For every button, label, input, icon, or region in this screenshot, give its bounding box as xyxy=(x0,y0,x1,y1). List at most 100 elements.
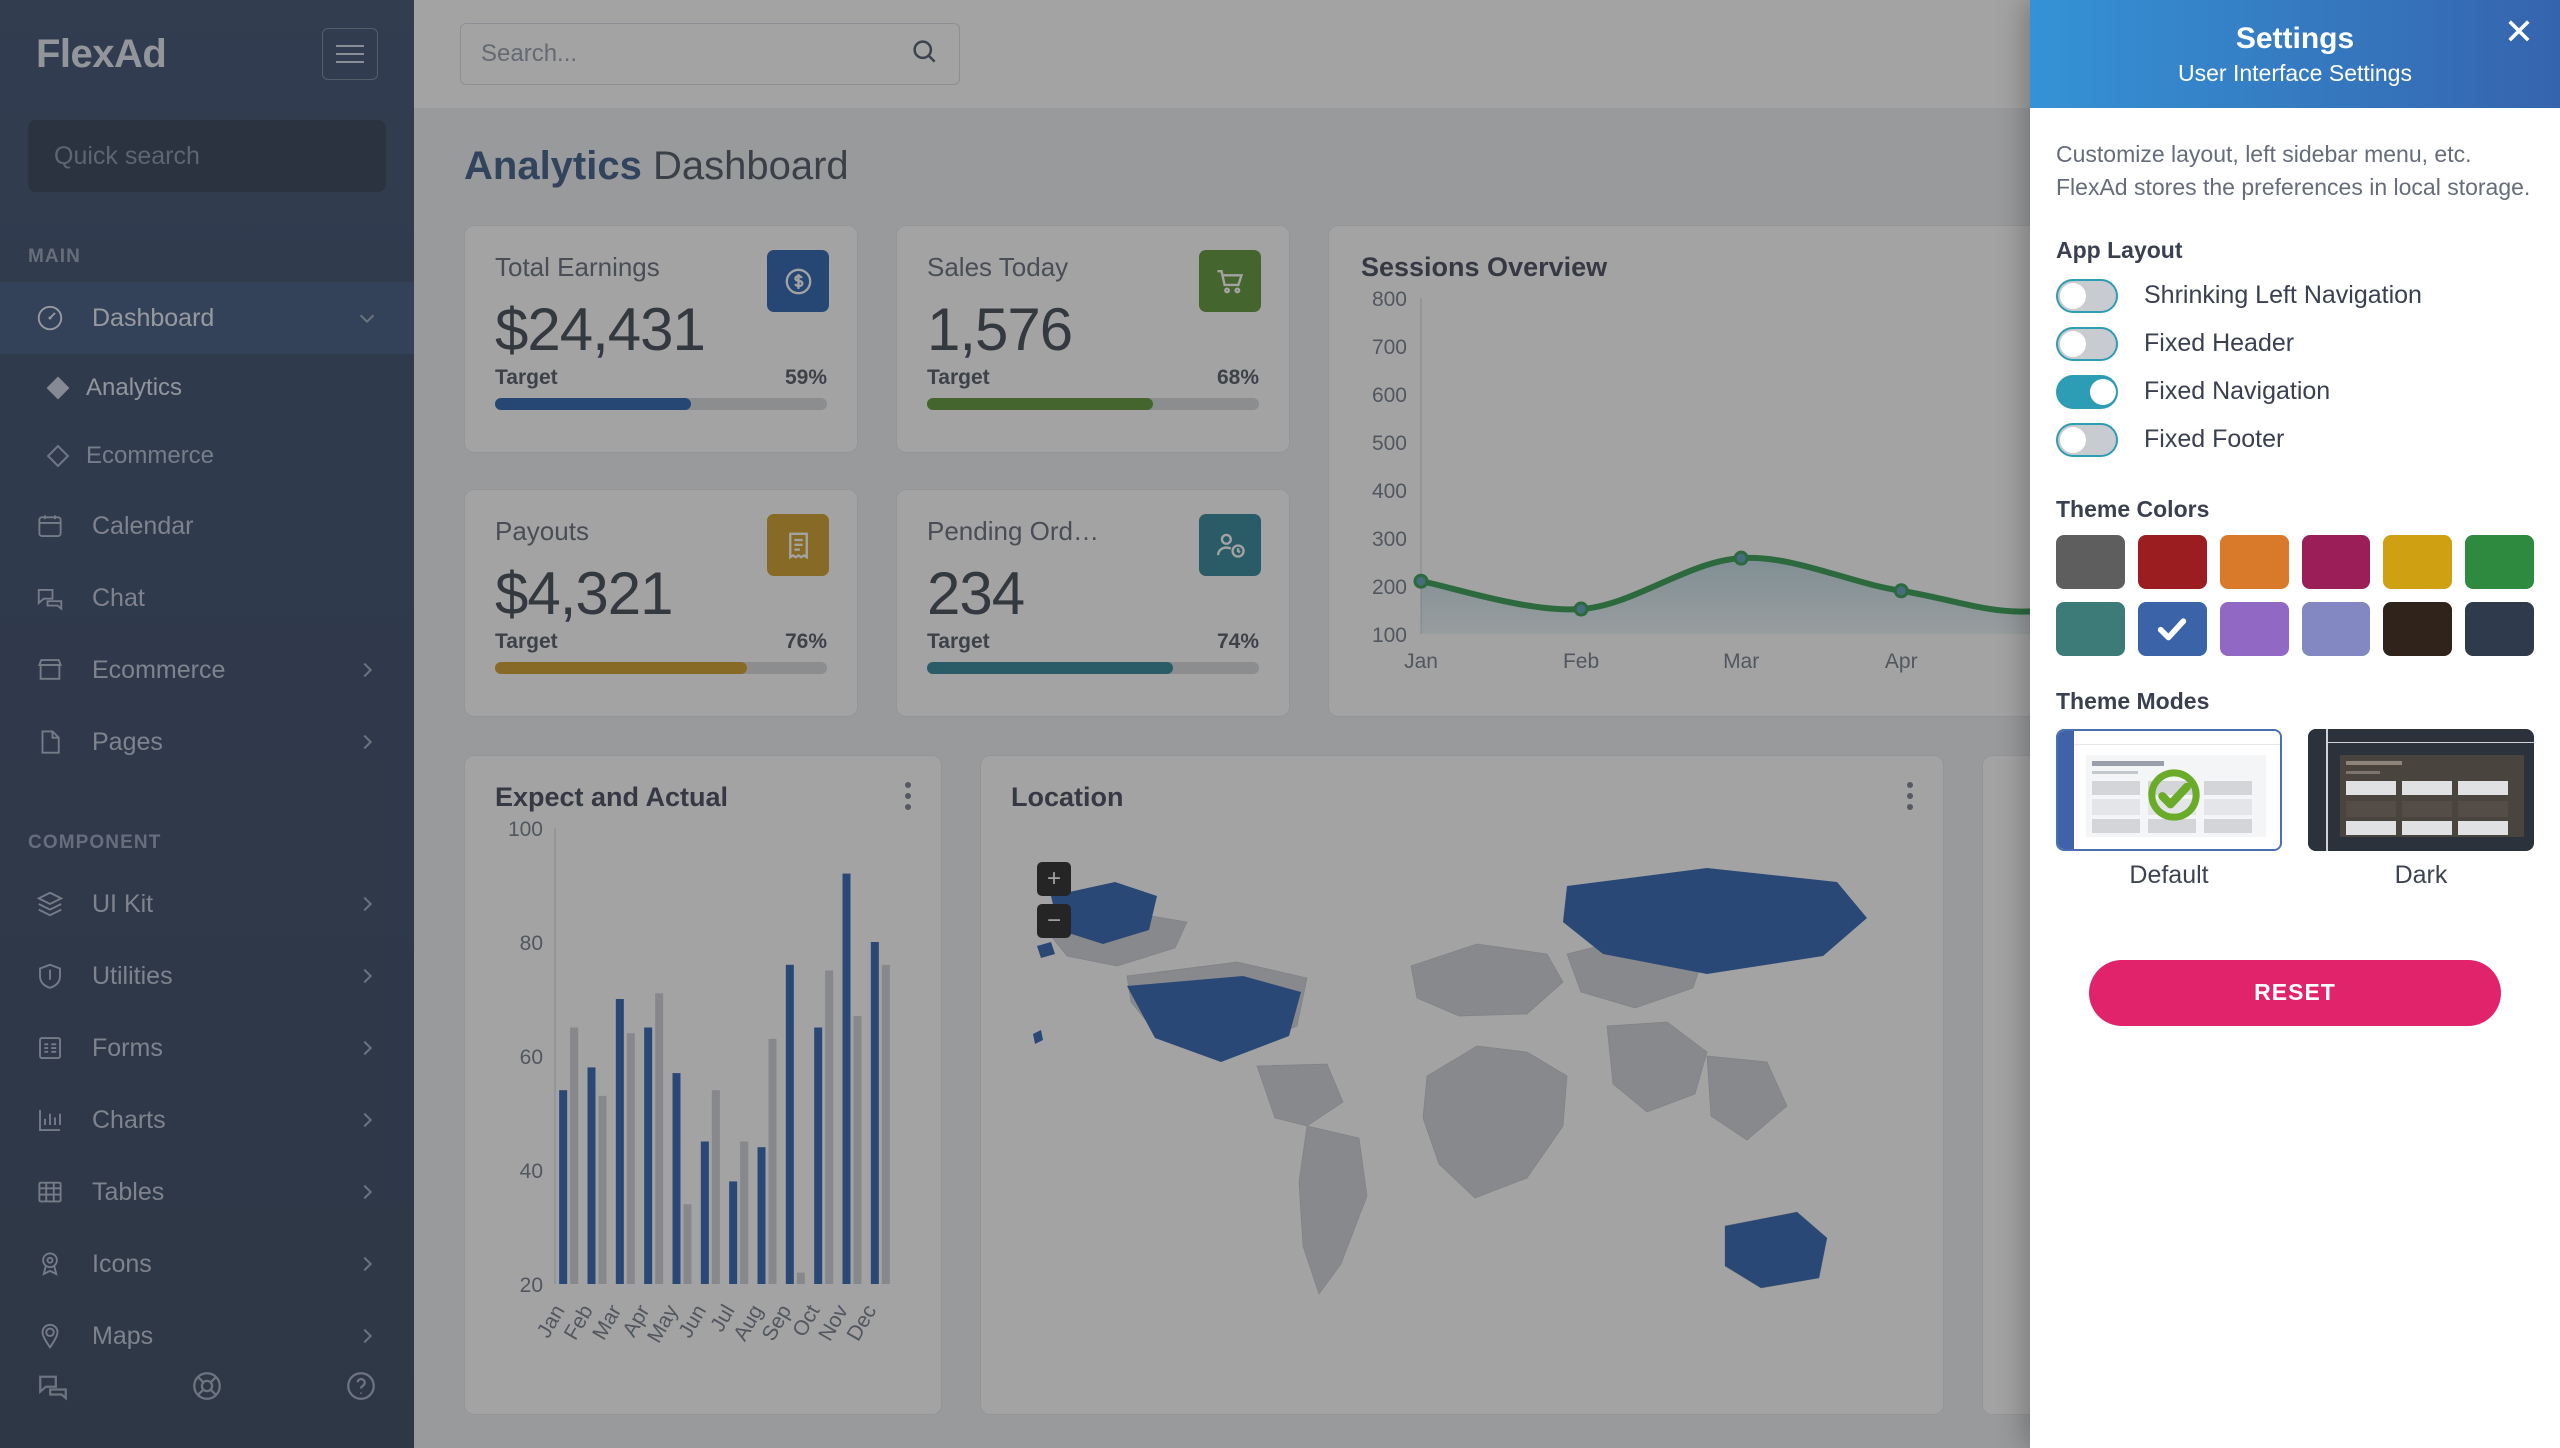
sidebar-item-icons[interactable]: Icons xyxy=(0,1228,414,1300)
svg-text:400: 400 xyxy=(1372,480,1407,503)
toggle-fixed-header[interactable]: Fixed Header xyxy=(2056,320,2534,368)
sidebar-section-main: MAIN xyxy=(28,246,81,267)
sidebar-item-forms[interactable]: Forms xyxy=(0,1012,414,1084)
stat-card-sales-today: Sales Today 1,576 Target 68% xyxy=(896,225,1290,453)
sidebar-subitem-label: Ecommerce xyxy=(86,442,215,469)
sidebar-brand-row: FlexAd xyxy=(0,0,414,108)
chevron-right-icon xyxy=(356,659,378,681)
reset-button[interactable]: RESET xyxy=(2089,959,2501,1026)
progress-fill xyxy=(927,662,1173,674)
theme-color-swatch[interactable] xyxy=(2137,534,2207,589)
stat-card-total-earnings: Total Earnings $24,431 Target 59% xyxy=(464,225,858,453)
application-window: FlexAd Quick search MAIN Dashboard Analy… xyxy=(0,0,2560,1448)
toggle-switch[interactable] xyxy=(2056,326,2118,361)
cart-icon xyxy=(1199,250,1261,312)
theme-color-swatch[interactable] xyxy=(2383,601,2453,656)
theme-color-swatch[interactable] xyxy=(2056,601,2125,656)
sidebar-item-dashboard-ecommerce[interactable]: Ecommerce xyxy=(0,422,414,490)
theme-color-swatch[interactable] xyxy=(2465,601,2534,656)
card-title: Location xyxy=(1011,782,1124,812)
quick-search-input[interactable]: Quick search xyxy=(28,120,386,192)
theme-color-swatch[interactable] xyxy=(2219,534,2289,589)
svg-text:20: 20 xyxy=(520,1274,543,1297)
sidebar-toggle-button[interactable] xyxy=(322,28,378,80)
diamond-icon xyxy=(46,376,70,400)
toggle-switch[interactable] xyxy=(2056,422,2118,457)
stat-column-1: Total Earnings $24,431 Target 59% Payout… xyxy=(464,225,858,717)
svg-text:Sep: Sep xyxy=(758,1301,797,1345)
svg-text:Mar: Mar xyxy=(588,1301,626,1344)
theme-color-swatch[interactable] xyxy=(2301,601,2371,656)
settings-header: Settings User Interface Settings ✕ xyxy=(2030,0,2560,108)
map-zoom-out-button[interactable]: − xyxy=(1037,904,1071,938)
svg-text:100: 100 xyxy=(508,818,543,841)
sidebar-item-chat[interactable]: Chat xyxy=(0,562,414,634)
gauge-icon xyxy=(34,302,66,334)
help-circle-icon[interactable] xyxy=(344,1369,378,1408)
card-menu-button[interactable] xyxy=(905,782,911,810)
theme-color-swatch[interactable] xyxy=(2301,534,2371,589)
svg-text:Mar: Mar xyxy=(1723,650,1759,673)
sidebar-item-label: UI Kit xyxy=(92,889,154,918)
svg-text:60: 60 xyxy=(520,1046,543,1069)
theme-mode-label: Dark xyxy=(2394,860,2448,889)
svg-text:80: 80 xyxy=(520,932,543,955)
page-title-rest: Dashboard xyxy=(641,144,849,188)
theme-color-swatch[interactable] xyxy=(2383,534,2453,589)
sidebar-section-component: COMPONENT xyxy=(28,832,162,853)
progress-track xyxy=(495,398,827,410)
chevron-right-icon xyxy=(356,1181,378,1203)
toggle-fixed-navigation[interactable]: Fixed Navigation xyxy=(2056,368,2534,416)
page-title-accent: Analytics xyxy=(464,144,642,188)
toggle-label: Fixed Navigation xyxy=(2144,377,2331,406)
theme-mode-dark[interactable]: Dark xyxy=(2308,728,2534,890)
diamond-outline-icon xyxy=(46,444,70,468)
chevron-right-icon xyxy=(356,731,378,753)
sidebar-item-analytics[interactable]: Analytics xyxy=(0,354,414,422)
sidebar-item-tables[interactable]: Tables xyxy=(0,1156,414,1228)
theme-mode-options: Default Dark xyxy=(2056,728,2534,890)
chevron-right-icon xyxy=(356,965,378,987)
app-layout-heading: App Layout xyxy=(2056,236,2183,263)
toggle-label: Fixed Footer xyxy=(2144,425,2285,454)
theme-color-swatch[interactable] xyxy=(2465,534,2534,589)
svg-text:Apr: Apr xyxy=(1885,650,1918,673)
sidebar-subitem-label: Analytics xyxy=(86,374,183,401)
sidebar-item-dashboard[interactable]: Dashboard xyxy=(0,282,414,354)
sidebar-item-calendar[interactable]: Calendar xyxy=(0,490,414,562)
page-icon xyxy=(34,726,66,758)
svg-text:500: 500 xyxy=(1372,432,1407,455)
stat-column-2: Sales Today 1,576 Target 68% Pending Ord… xyxy=(896,225,1290,717)
store-icon xyxy=(34,654,66,686)
close-icon[interactable]: ✕ xyxy=(2504,14,2534,50)
theme-mode-default[interactable]: Default xyxy=(2056,728,2282,890)
sidebar-item-charts[interactable]: Charts xyxy=(0,1084,414,1156)
expect-actual-bar-chart: 20406080100JanFebMarAprMayJunJulAugSepOc… xyxy=(508,818,890,1347)
toggle-switch[interactable] xyxy=(2056,278,2118,313)
settings-panel: Settings User Interface Settings ✕ Custo… xyxy=(2030,0,2560,1448)
theme-color-swatch[interactable] xyxy=(2219,601,2289,656)
lifebuoy-icon[interactable] xyxy=(190,1369,224,1408)
toggle-switch[interactable] xyxy=(2056,374,2118,409)
svg-text:Dec: Dec xyxy=(843,1301,882,1345)
sidebar-item-utilities[interactable]: Utilities xyxy=(0,940,414,1012)
search-input[interactable]: Search... xyxy=(460,23,960,85)
chat-icon[interactable] xyxy=(36,1369,70,1408)
card-menu-button[interactable] xyxy=(1907,782,1913,810)
theme-color-swatch[interactable] xyxy=(2137,601,2207,656)
sidebar-item-ui-kit[interactable]: UI Kit xyxy=(0,868,414,940)
toggle-fixed-footer[interactable]: Fixed Footer xyxy=(2056,416,2534,464)
toggle-shrinking-left-navigation[interactable]: Shrinking Left Navigation xyxy=(2056,272,2534,320)
sidebar-item-ecommerce[interactable]: Ecommerce xyxy=(0,634,414,706)
svg-text:Jun: Jun xyxy=(674,1301,711,1342)
left-sidebar: FlexAd Quick search MAIN Dashboard Analy… xyxy=(0,0,414,1448)
theme-color-swatch[interactable] xyxy=(2056,534,2125,589)
map-zoom-in-button[interactable]: + xyxy=(1037,862,1071,896)
sidebar-item-pages[interactable]: Pages xyxy=(0,706,414,778)
check-icon xyxy=(2158,618,2187,641)
stat-footer: Target 74% xyxy=(927,630,1259,654)
world-map[interactable] xyxy=(1007,826,1917,1386)
svg-text:Aug: Aug xyxy=(729,1301,768,1345)
svg-text:Jan: Jan xyxy=(1404,650,1438,673)
map-zoom-controls: + − xyxy=(1037,862,1071,938)
